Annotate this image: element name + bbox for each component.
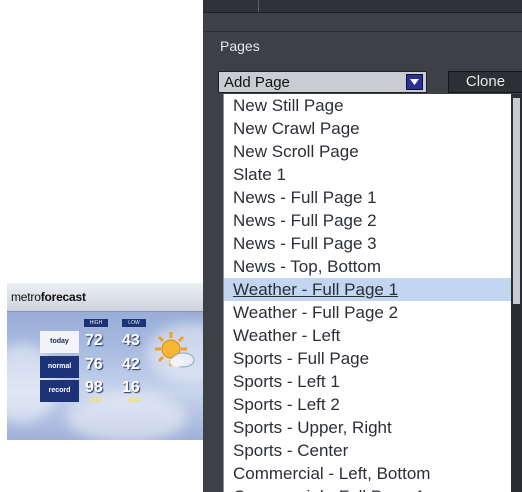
dropdown-item[interactable]: Sports - Left 1 xyxy=(224,370,511,393)
dropdown-item[interactable]: Weather - Full Page 2 xyxy=(224,301,511,324)
add-page-dropdown-list[interactable]: New Still Page New Crawl Page New Scroll P… xyxy=(223,94,511,492)
row-label-record: record xyxy=(40,380,79,402)
dropdown-item-label: Sports - Left 2 xyxy=(233,395,340,414)
preview-header: metroforecast xyxy=(7,283,223,312)
dropdown-item[interactable]: New Still Page xyxy=(224,94,511,117)
dropdown-item[interactable]: Commercial - Full Page 1 xyxy=(224,485,511,492)
low-column-header: LOW xyxy=(122,319,146,327)
dropdown-item[interactable]: Sports - Full Page xyxy=(224,347,511,370)
sun-cloud-icon xyxy=(155,332,195,368)
today-high-value: 72 xyxy=(85,332,103,349)
record-low-value: 16 xyxy=(122,379,140,396)
dropdown-item-label: New Still Page xyxy=(233,96,344,115)
normal-low-value: 42 xyxy=(122,356,140,373)
dropdown-item-label: News - Full Page 3 xyxy=(233,234,377,253)
today-low-value: 43 xyxy=(122,332,140,349)
dropdown-item-label: New Crawl Page xyxy=(233,119,360,138)
combobox-value: Add Page xyxy=(224,74,290,91)
dropdown-item-label: News - Top, Bottom xyxy=(233,257,382,276)
metro-forecast-logo: metroforecast xyxy=(11,290,86,304)
dropdown-item-label: Weather - Full Page 1 xyxy=(233,280,399,299)
dropdown-item[interactable]: Slate 1 xyxy=(224,163,511,186)
dropdown-item-label: Sports - Full Page xyxy=(233,349,370,368)
dropdown-item-label: Weather - Left xyxy=(233,326,341,345)
record-high-year: 1987 xyxy=(89,398,103,404)
dropdown-item[interactable]: Sports - Center xyxy=(224,439,511,462)
logo-bold-text: forecast xyxy=(40,290,86,304)
dropdown-item-label: Slate 1 xyxy=(233,165,286,184)
record-low-year: 1946 xyxy=(127,398,141,404)
high-column-header: HIGH xyxy=(84,319,108,327)
dropdown-item-label: News - Full Page 1 xyxy=(233,188,377,207)
divider xyxy=(203,31,522,32)
clone-button[interactable]: Clone xyxy=(448,71,522,93)
scrollbar-thumb[interactable] xyxy=(513,98,520,304)
normal-high-value: 76 xyxy=(85,356,103,373)
add-page-combobox[interactable]: Add Page xyxy=(218,71,427,93)
chevron-down-icon xyxy=(410,79,419,85)
dropdown-arrow-button[interactable] xyxy=(406,74,423,90)
dropdown-item[interactable]: News - Full Page 1 xyxy=(224,186,511,209)
dropdown-item[interactable]: Commercial - Left, Bottom xyxy=(224,462,511,485)
row-label-today: today xyxy=(40,331,79,353)
dropdown-item-label: Sports - Left 1 xyxy=(233,372,340,391)
toolbar-separator xyxy=(258,0,269,12)
record-high-value: 98 xyxy=(85,379,103,396)
dropdown-item[interactable]: Weather - Left xyxy=(224,324,511,347)
dropdown-scrollbar[interactable] xyxy=(511,94,522,492)
logo-light-text: metro xyxy=(11,290,41,304)
dropdown-item-label: Sports - Center xyxy=(233,441,349,460)
dropdown-item[interactable]: News - Top, Bottom xyxy=(224,255,511,278)
dropdown-item-label: Commercial - Full Page 1 xyxy=(233,487,425,492)
dropdown-item[interactable]: New Crawl Page xyxy=(224,117,511,140)
panel-top-bar xyxy=(203,0,522,13)
dropdown-item-label: Sports - Upper, Right xyxy=(233,418,392,437)
dropdown-item-label: New Scroll Page xyxy=(233,142,359,161)
dropdown-item[interactable]: News - Full Page 3 xyxy=(224,232,511,255)
weather-preview-thumbnail: metroforecast HIGH LOW today normal reco… xyxy=(7,283,223,440)
row-label-normal: normal xyxy=(40,356,79,378)
dropdown-item[interactable]: Weather - Full Page 1 xyxy=(224,278,511,301)
dropdown-item[interactable]: Sports - Left 2 xyxy=(224,393,511,416)
dropdown-item-label: News - Full Page 2 xyxy=(233,211,377,230)
dropdown-item[interactable]: Sports - Upper, Right xyxy=(224,416,511,439)
dropdown-item[interactable]: News - Full Page 2 xyxy=(224,209,511,232)
pages-section-label: Pages xyxy=(220,38,260,54)
dropdown-item-label: Weather - Full Page 2 xyxy=(233,303,399,322)
dropdown-item-label: Commercial - Left, Bottom xyxy=(233,464,431,483)
dropdown-item[interactable]: New Scroll Page xyxy=(224,140,511,163)
